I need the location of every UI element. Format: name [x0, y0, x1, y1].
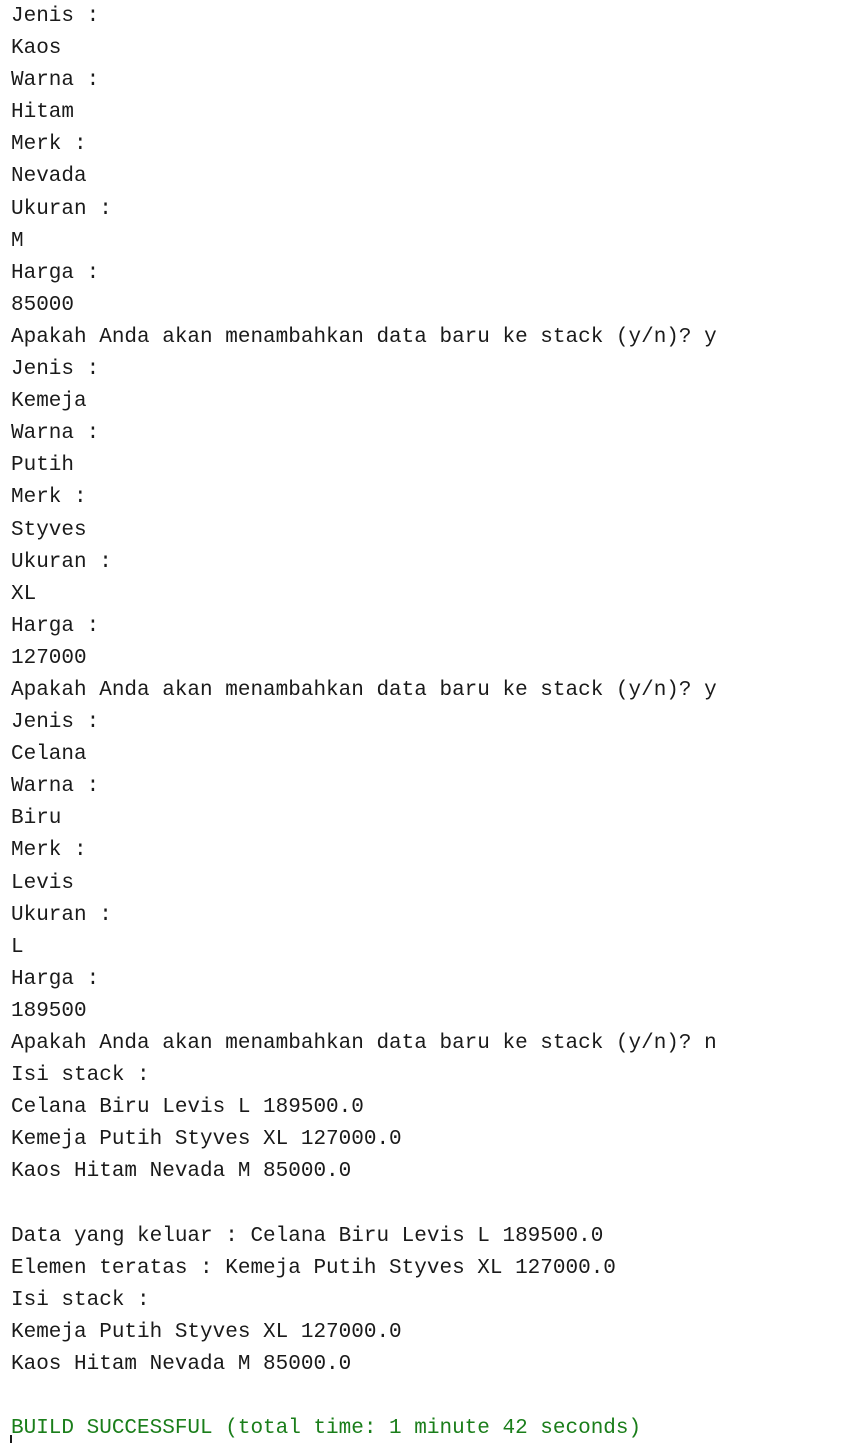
console-line: 127000 [11, 646, 87, 670]
console-line: Apakah Anda akan menambahkan data baru k… [11, 325, 717, 349]
console-line: M [11, 229, 24, 253]
console-line: Warna : [11, 775, 100, 799]
console-line: Harga : [11, 261, 100, 285]
text-caret [10, 1435, 12, 1443]
console-line: Harga : [11, 614, 100, 638]
console-line: Nevada [11, 165, 87, 189]
console-line: Celana [11, 743, 87, 767]
console-line: Isi stack : [11, 1064, 150, 1088]
output-console: Jenis : Kaos Warna : Hitam Merk : Nevada… [11, 3, 841, 1447]
console-line: 189500 [11, 999, 87, 1023]
console-line: Merk : [11, 839, 87, 863]
console-line: Apakah Anda akan menambahkan data baru k… [11, 678, 717, 702]
console-line: Kemeja Putih Styves XL 127000.0 [11, 1128, 402, 1152]
console-line: Kaos Hitam Nevada M 85000.0 [11, 1160, 352, 1184]
console-line: Celana Biru Levis L 189500.0 [11, 1096, 364, 1120]
console-line: Merk : [11, 133, 87, 157]
build-status-line: BUILD SUCCESSFUL (total time: 1 minute 4… [11, 1417, 642, 1441]
console-line: Ukuran : [11, 197, 112, 221]
console-line: Levis [11, 871, 75, 895]
console-line: Harga : [11, 967, 100, 991]
console-line: Putih [11, 454, 75, 478]
console-line: XL [11, 582, 37, 606]
console-line: 85000 [11, 293, 75, 317]
console-line: Ukuran : [11, 903, 112, 927]
console-line: Hitam [11, 101, 75, 125]
console-line: Jenis : [11, 711, 100, 735]
console-line: Ukuran : [11, 550, 112, 574]
console-line: Isi stack : [11, 1288, 150, 1312]
console-line: Kaos [11, 37, 62, 61]
console-line: Biru [11, 807, 62, 831]
console-line: Kemeja [11, 390, 87, 414]
console-line: Apakah Anda akan menambahkan data baru k… [11, 1032, 717, 1055]
console-line: L [11, 935, 24, 959]
console-line: Merk : [11, 486, 87, 510]
console-line: Data yang keluar : Celana Biru Levis L 1… [11, 1224, 604, 1248]
console-line: Kaos Hitam Nevada M 85000.0 [11, 1352, 352, 1376]
console-line: Kemeja Putih Styves XL 127000.0 [11, 1320, 402, 1344]
console-line: Styves [11, 518, 87, 542]
console-line: Elemen teratas : Kemeja Putih Styves XL … [11, 1256, 616, 1280]
console-line: Warna : [11, 69, 100, 93]
console-line: Jenis : [11, 5, 100, 28]
console-line: Warna : [11, 422, 100, 446]
console-line: Jenis : [11, 358, 100, 382]
